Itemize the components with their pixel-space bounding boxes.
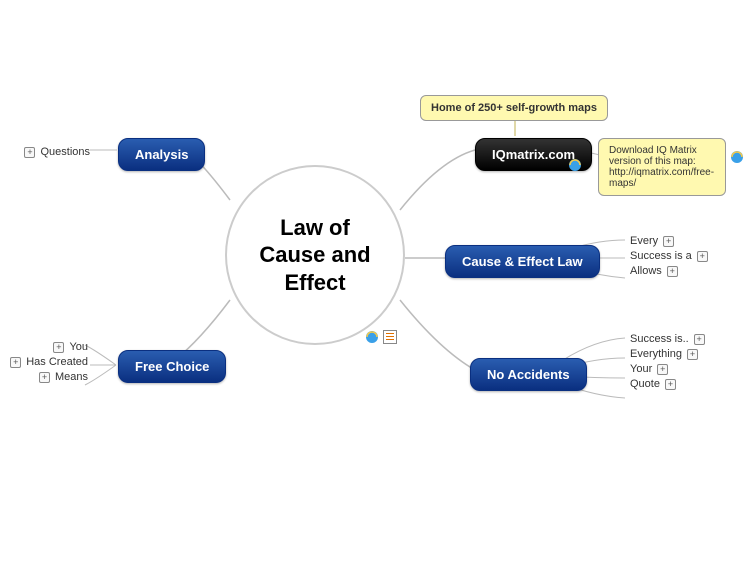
ie-icon[interactable] [730, 150, 744, 164]
no-accidents-children: Success is.. + Everything + Your + Quote… [630, 330, 705, 393]
note-icon[interactable] [383, 330, 397, 344]
free-choice-label: Free Choice [135, 359, 209, 374]
list-item[interactable]: Every + [630, 235, 708, 247]
center-title: Law of Cause and Effect [245, 214, 385, 297]
child-label: Success is a [630, 250, 692, 262]
no-accidents-node[interactable]: No Accidents [470, 358, 587, 391]
center-node[interactable]: Law of Cause and Effect [225, 165, 405, 345]
list-item[interactable]: Success is a + [630, 250, 708, 262]
child-label: Has Created [26, 356, 88, 368]
iqmatrix-download[interactable]: Download IQ Matrix version of this map: … [598, 138, 726, 196]
child-label: Every [630, 235, 658, 247]
analysis-node[interactable]: Analysis [118, 138, 205, 171]
child-label: Means [55, 371, 88, 383]
no-accidents-label: No Accidents [487, 367, 570, 382]
cause-effect-children: Every + Success is a + Allows + [630, 232, 708, 280]
list-item[interactable]: + Means [0, 371, 88, 383]
list-item[interactable]: Your + [630, 363, 705, 375]
callout-text: Home of 250+ self-growth maps [431, 102, 597, 114]
ie-icon[interactable] [568, 158, 582, 172]
child-label: Everything [630, 348, 682, 360]
expand-icon[interactable]: + [10, 357, 21, 368]
expand-icon[interactable]: + [39, 372, 50, 383]
list-item[interactable]: Allows + [630, 265, 708, 277]
analysis-label: Analysis [135, 147, 188, 162]
iqmatrix-callout: Home of 250+ self-growth maps [420, 95, 608, 121]
expand-icon[interactable]: + [663, 236, 674, 247]
list-item[interactable]: Success is.. + [630, 333, 705, 345]
child-label: You [69, 341, 88, 353]
expand-icon[interactable]: + [53, 342, 64, 353]
list-item[interactable]: + Has Created [0, 356, 88, 368]
list-item[interactable]: + Questions [10, 146, 90, 158]
expand-icon[interactable]: + [657, 364, 668, 375]
expand-icon[interactable]: + [665, 379, 676, 390]
center-node-icons [365, 330, 397, 344]
child-label: Allows [630, 265, 662, 277]
free-choice-node[interactable]: Free Choice [118, 350, 226, 383]
expand-icon[interactable]: + [667, 266, 678, 277]
ie-icon[interactable] [365, 330, 379, 344]
child-label: Success is.. [630, 333, 689, 345]
cause-effect-node[interactable]: Cause & Effect Law [445, 245, 600, 278]
analysis-children: + Questions [10, 143, 90, 161]
list-item[interactable]: Everything + [630, 348, 705, 360]
download-text: Download IQ Matrix version of this map: … [609, 145, 714, 189]
child-label: Quote [630, 378, 660, 390]
cause-effect-label: Cause & Effect Law [462, 254, 583, 269]
child-label: Questions [40, 146, 90, 158]
expand-icon[interactable]: + [694, 334, 705, 345]
list-item[interactable]: + You [0, 341, 88, 353]
list-item[interactable]: Quote + [630, 378, 705, 390]
expand-icon[interactable]: + [24, 147, 35, 158]
iqmatrix-label: IQmatrix.com [492, 147, 575, 162]
expand-icon[interactable]: + [697, 251, 708, 262]
expand-icon[interactable]: + [687, 349, 698, 360]
free-choice-children: + You + Has Created + Means [0, 338, 88, 386]
child-label: Your [630, 363, 652, 375]
